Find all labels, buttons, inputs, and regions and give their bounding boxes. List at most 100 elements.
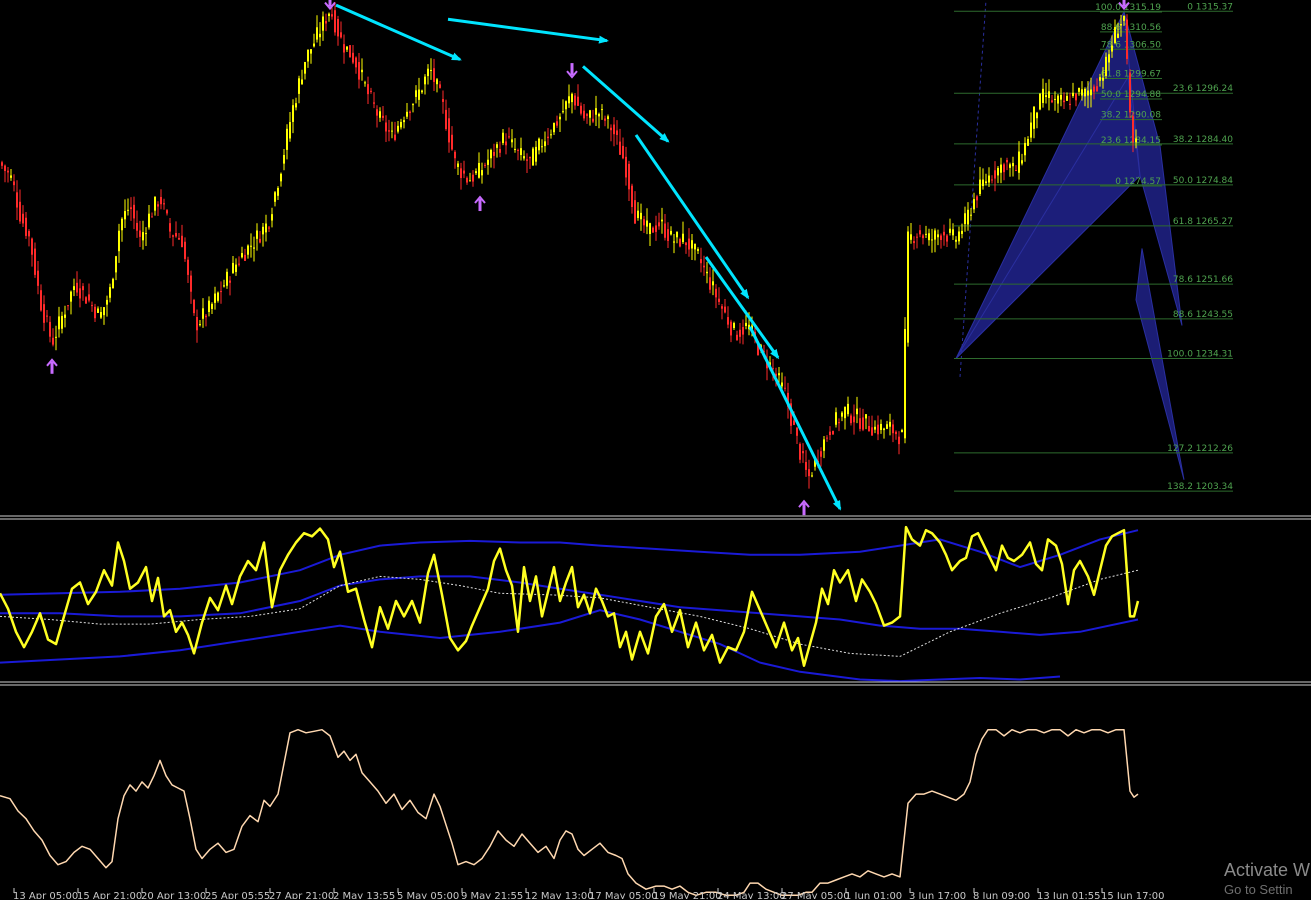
- candle-body: [880, 423, 882, 430]
- candle-body: [379, 111, 381, 118]
- candle-body: [382, 115, 384, 118]
- fib-level-label: 50.0 1274.84: [1173, 176, 1233, 186]
- candle-body: [172, 235, 174, 237]
- candle-body: [868, 426, 870, 432]
- candle-body: [58, 316, 60, 330]
- candle-body: [1036, 112, 1038, 119]
- candle-body: [1093, 86, 1095, 92]
- candle-body: [214, 293, 216, 303]
- candle-body: [601, 109, 603, 111]
- candle-body: [1030, 122, 1032, 138]
- candle-body: [277, 187, 279, 196]
- candle-body: [1021, 160, 1023, 164]
- candle-body: [190, 275, 192, 292]
- candle-body: [679, 239, 681, 247]
- candle-body: [106, 299, 108, 305]
- candle-body: [490, 149, 492, 159]
- candle-body: [64, 314, 66, 318]
- candle-body: [637, 210, 639, 219]
- candle-body: [691, 240, 693, 249]
- candle-body: [1126, 19, 1128, 59]
- candle-body: [619, 141, 621, 155]
- candle-body: [829, 431, 831, 436]
- candle-body: [199, 324, 201, 326]
- x-axis-tick-label: 9 May 21:55: [461, 891, 523, 899]
- candle-body: [439, 84, 441, 88]
- x-axis-tick-label: 25 Apr 05:55: [205, 891, 270, 899]
- candle-body: [574, 95, 576, 106]
- candle-body: [271, 214, 273, 221]
- candle-body: [916, 236, 918, 238]
- candle-body: [1099, 77, 1101, 81]
- candle-body: [49, 321, 51, 337]
- candle-body: [928, 233, 930, 241]
- candle-body: [82, 286, 84, 291]
- candle-body: [211, 303, 213, 309]
- candle-body: [796, 427, 798, 436]
- candle-body: [589, 110, 591, 118]
- candle-body: [559, 116, 561, 120]
- candle-body: [685, 242, 687, 246]
- candle-body: [478, 162, 480, 178]
- candle-body: [568, 96, 570, 104]
- candle-body: [607, 116, 609, 120]
- candle-body: [535, 146, 537, 162]
- candle-body: [343, 44, 345, 53]
- candle-body: [823, 439, 825, 451]
- candle-body: [946, 235, 948, 242]
- trading-chart[interactable]: 0 1315.37 23.6 1296.24 38.2 1284.40 50.0 12…: [0, 0, 1311, 899]
- candle-body: [253, 247, 255, 249]
- candle-body: [364, 82, 366, 84]
- candle-body: [616, 130, 618, 135]
- candle-body: [646, 220, 648, 227]
- candle-body: [1042, 88, 1044, 103]
- candle-body: [592, 118, 594, 122]
- candle-body: [487, 159, 489, 165]
- candle-body: [292, 105, 294, 122]
- candle-body: [391, 130, 393, 132]
- candle-body: [1087, 90, 1089, 96]
- candle-body: [1120, 24, 1122, 26]
- candle-body: [115, 256, 117, 273]
- candle-body: [1003, 164, 1005, 173]
- candle-body: [673, 241, 675, 243]
- candle-body: [397, 125, 399, 132]
- fib-level-label: 100.0 1234.31: [1167, 349, 1233, 359]
- candle-body: [1132, 116, 1134, 143]
- candle-body: [286, 128, 288, 150]
- candle-body: [1024, 143, 1026, 156]
- candle-body: [970, 214, 972, 216]
- candle-body: [598, 113, 600, 117]
- candle-body: [481, 170, 483, 176]
- candle-body: [676, 232, 678, 238]
- candle-body: [967, 209, 969, 225]
- candle-body: [877, 424, 879, 435]
- candle-body: [166, 210, 168, 214]
- candle-body: [964, 213, 966, 225]
- candle-body: [52, 337, 54, 345]
- candle-body: [1012, 163, 1014, 167]
- fib-level-label: 50.0 1294.88: [1101, 90, 1161, 100]
- candle-body: [475, 171, 477, 174]
- candle-body: [643, 219, 645, 226]
- candle-body: [805, 461, 807, 470]
- candle-body: [349, 45, 351, 58]
- fib-level-label: 78.6 1251.66: [1173, 275, 1233, 285]
- candle-body: [442, 98, 444, 102]
- candle-body: [334, 10, 336, 33]
- candle-body: [352, 52, 354, 63]
- candle-body: [427, 68, 429, 77]
- candle-body: [934, 230, 936, 240]
- candle-body: [1135, 138, 1137, 143]
- x-axis-tick-label: 2 May 13:55: [333, 891, 395, 899]
- candle-body: [895, 431, 897, 435]
- candle-body: [358, 62, 360, 80]
- candle-body: [1054, 98, 1056, 100]
- candle-body: [562, 111, 564, 113]
- candle-body: [340, 32, 342, 38]
- candle-body: [274, 192, 276, 202]
- candle-body: [142, 232, 144, 241]
- candle-body: [940, 235, 942, 241]
- candle-body: [1027, 139, 1029, 146]
- candle-body: [976, 196, 978, 201]
